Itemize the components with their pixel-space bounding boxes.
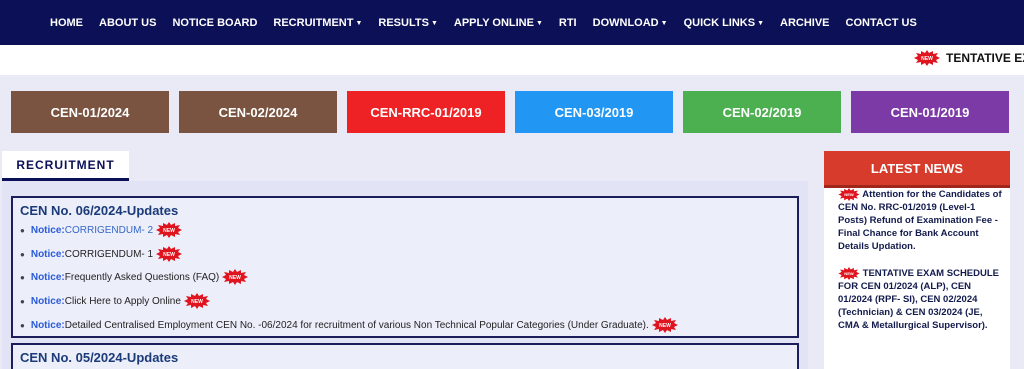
ticker-text: TENTATIVE EX	[946, 51, 1024, 65]
nav-recruitment[interactable]: RECRUITMENT ▼	[273, 17, 362, 29]
caret-down-icon: ▼	[757, 19, 764, 27]
new-badge-icon: NEW	[156, 246, 183, 262]
cen-01-2019-button[interactable]: CEN-01/2019	[851, 91, 1009, 133]
recruitment-tab[interactable]: RECRUITMENT	[2, 151, 129, 181]
news-item-head: TENTATIVE EXAM	[862, 268, 945, 280]
latest-news-heading: LATEST NEWS	[824, 151, 1010, 188]
list-item[interactable]: ● Notice: Detailed Centralised Employmen…	[20, 317, 678, 333]
cen-button-row: CEN-01/2024 CEN-02/2024 CEN-RRC-01/2019 …	[11, 91, 1019, 133]
notice-label: Notice:	[30, 295, 65, 307]
new-badge-icon: NEW	[838, 267, 860, 281]
notice-label: Notice:	[30, 248, 65, 260]
notice-text[interactable]: Frequently Asked Questions (FAQ)	[65, 272, 220, 283]
nav-results-label: RESULTS	[378, 16, 429, 29]
bullet-icon: ●	[20, 272, 25, 282]
caret-down-icon: ▼	[535, 19, 543, 27]
svg-text:NEW: NEW	[229, 275, 241, 281]
notice-label: Notice:	[30, 224, 65, 236]
news-ticker: NEW TENTATIVE EX	[0, 45, 1024, 75]
top-navigation: HOME ABOUT US NOTICE BOARD RECRUITMENT ▼ …	[0, 0, 1024, 45]
svg-text:NEW: NEW	[163, 252, 175, 258]
latest-news-list: NEW Attention for the Candidates of CEN …	[838, 188, 1004, 346]
cen-05-2024-updates-box: CEN No. 05/2024-Updates	[11, 343, 799, 369]
box-title: CEN No. 05/2024-Updates	[20, 350, 179, 365]
ticker-item[interactable]: NEW TENTATIVE EX	[914, 50, 1024, 66]
nav-results[interactable]: RESULTS ▼	[378, 17, 437, 29]
nav-recruitment-label: RECRUITMENT	[273, 16, 354, 29]
nav-apply-online[interactable]: APPLY ONLINE ▼	[454, 17, 543, 29]
news-item[interactable]: NEW TENTATIVE EXAM SCHEDULE FOR CEN 01/2…	[838, 267, 1004, 332]
list-item[interactable]: ● Notice: Click Here to Apply Online NEW	[20, 293, 210, 309]
notice-text[interactable]: Detailed Centralised Employment CEN No. …	[65, 320, 649, 331]
bullet-icon: ●	[20, 296, 25, 306]
new-badge-icon: NEW	[914, 50, 940, 66]
notice-link[interactable]: CORRIGENDUM- 2	[65, 225, 153, 236]
notice-label: Notice:	[30, 271, 65, 283]
caret-down-icon: ▼	[660, 19, 668, 27]
notice-label: Notice:	[30, 319, 65, 331]
svg-text:NEW: NEW	[921, 56, 933, 62]
svg-text:NEW: NEW	[844, 192, 854, 197]
box-title: CEN No. 06/2024-Updates	[20, 203, 179, 218]
nav-quick-links-label: QUICK LINKS	[683, 16, 756, 29]
notice-text[interactable]: CORRIGENDUM- 1	[65, 249, 153, 260]
caret-down-icon: ▼	[355, 19, 363, 27]
nav-contact-us[interactable]: CONTACT US	[846, 17, 917, 29]
nav-archive[interactable]: ARCHIVE	[780, 17, 830, 29]
nav-quick-links[interactable]: QUICK LINKS ▼	[684, 17, 764, 29]
notice-text[interactable]: Click Here to Apply Online	[65, 296, 181, 307]
cen-01-2024-button[interactable]: CEN-01/2024	[11, 91, 169, 133]
svg-text:NEW: NEW	[163, 228, 175, 234]
nav-apply-online-label: APPLY ONLINE	[453, 16, 534, 29]
nav-about-us[interactable]: ABOUT US	[99, 17, 156, 29]
news-item[interactable]: NEW Attention for the Candidates of CEN …	[838, 188, 1004, 253]
bullet-icon: ●	[20, 225, 25, 235]
svg-text:NEW: NEW	[659, 323, 671, 329]
new-badge-icon: NEW	[651, 317, 678, 333]
svg-text:NEW: NEW	[844, 271, 854, 276]
list-item[interactable]: ● Notice: CORRIGENDUM- 2 NEW	[20, 222, 183, 238]
bullet-icon: ●	[20, 249, 25, 259]
news-item-head: Attention for the Candidates	[862, 189, 991, 201]
cen-02-2024-button[interactable]: CEN-02/2024	[179, 91, 337, 133]
nav-rti[interactable]: RTI	[559, 17, 577, 29]
nav-download[interactable]: DOWNLOAD ▼	[593, 17, 668, 29]
nav-home[interactable]: HOME	[50, 17, 83, 29]
new-badge-icon: NEW	[838, 188, 860, 201]
new-badge-icon: NEW	[222, 269, 249, 285]
nav-notice-board[interactable]: NOTICE BOARD	[172, 17, 257, 29]
latest-news-panel: LATEST NEWS NEW Attention for the Candid…	[824, 151, 1010, 369]
svg-text:NEW: NEW	[191, 299, 203, 305]
list-item[interactable]: ● Notice: Frequently Asked Questions (FA…	[20, 269, 249, 285]
cen-02-2019-button[interactable]: CEN-02/2019	[683, 91, 841, 133]
new-badge-icon: NEW	[183, 293, 210, 309]
new-badge-icon: NEW	[156, 222, 183, 238]
caret-down-icon: ▼	[430, 19, 438, 27]
cen-03-2019-button[interactable]: CEN-03/2019	[515, 91, 673, 133]
list-item[interactable]: ● Notice: CORRIGENDUM- 1 NEW	[20, 246, 183, 262]
nav-download-label: DOWNLOAD	[592, 16, 659, 29]
bullet-icon: ●	[20, 320, 25, 330]
cen-rrc-01-2019-button[interactable]: CEN-RRC-01/2019	[347, 91, 505, 133]
